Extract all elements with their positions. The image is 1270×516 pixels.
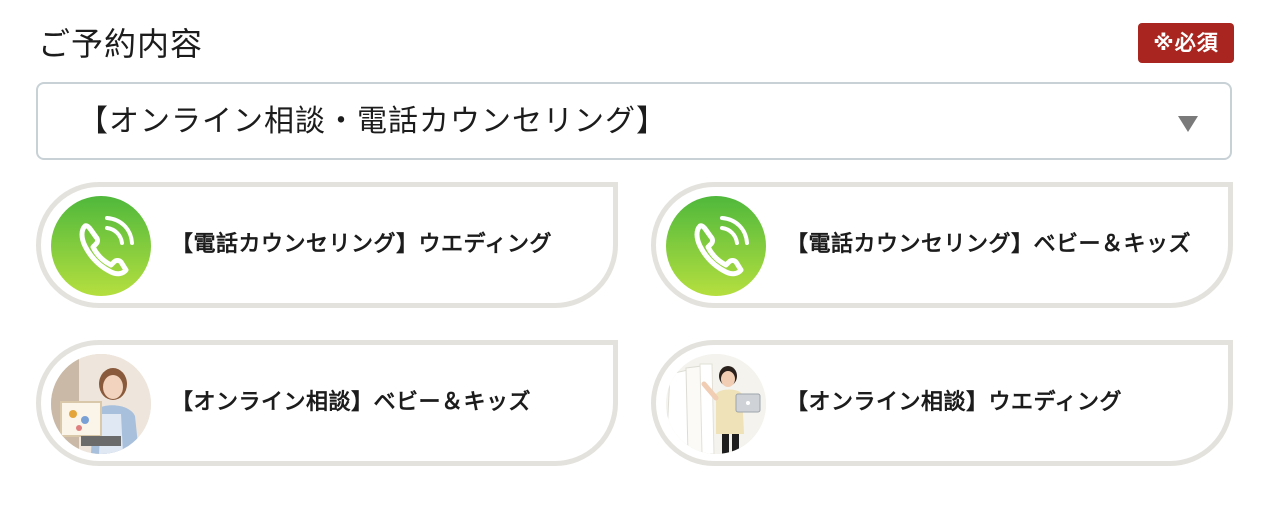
dropdown-arrow-icon	[1178, 116, 1198, 132]
section-title: ご予約内容	[38, 25, 204, 63]
option-label: 【電話カウンセリング】ベビー＆キッズ	[786, 232, 1192, 257]
phone-icon	[51, 196, 151, 296]
option-label: 【オンライン相談】ベビー＆キッズ	[171, 390, 532, 415]
option-label: 【電話カウンセリング】ウエディング	[171, 232, 552, 257]
select-value: 【オンライン相談・電話カウンセリング】	[78, 104, 667, 139]
photo-woman-dresses-icon	[666, 354, 766, 454]
option-online-baby-kids[interactable]: 【オンライン相談】ベビー＆キッズ	[36, 340, 618, 466]
reservation-type-select[interactable]: 【オンライン相談・電話カウンセリング】	[36, 82, 1232, 160]
option-phone-baby-kids[interactable]: 【電話カウンセリング】ベビー＆キッズ	[651, 182, 1233, 308]
option-phone-wedding[interactable]: 【電話カウンセリング】ウエディング	[36, 182, 618, 308]
option-label: 【オンライン相談】ウエディング	[786, 390, 1122, 415]
option-online-wedding[interactable]: 【オンライン相談】ウエディング	[651, 340, 1233, 466]
phone-icon	[666, 196, 766, 296]
photo-woman-laptop-icon	[51, 354, 151, 454]
required-badge: ※必須	[1138, 23, 1234, 63]
